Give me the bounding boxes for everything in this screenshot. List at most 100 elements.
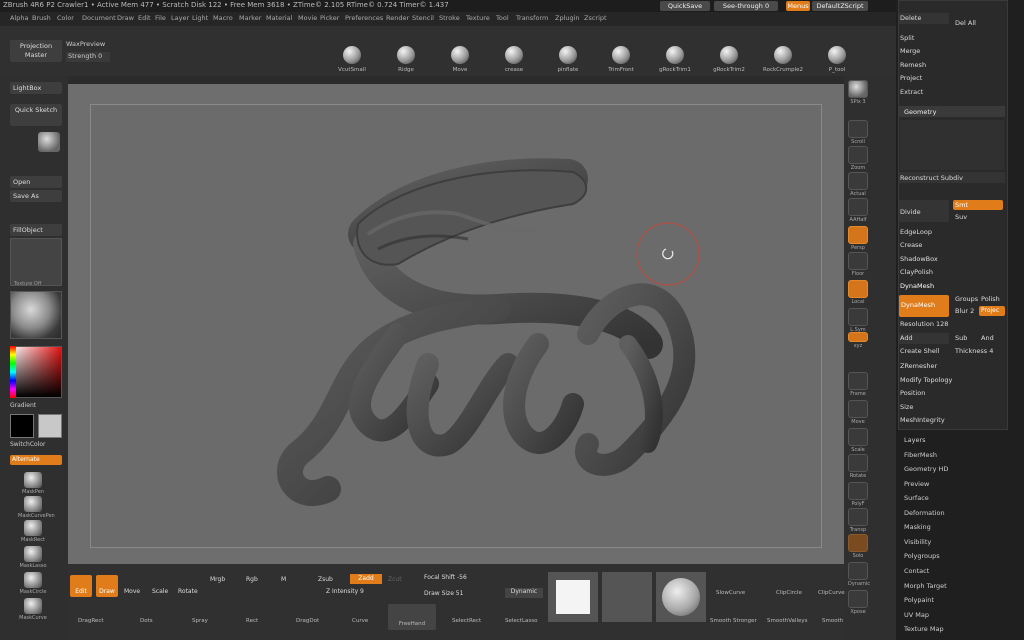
stroke-dots[interactable]: Dots [140,604,153,624]
move-mode-button[interactable]: Move [124,588,140,595]
resolution-slider[interactable]: Resolution 128 [900,320,948,328]
polypaint-submenu[interactable]: Polypaint [904,596,934,604]
menu-render[interactable]: Render [386,14,409,22]
quicksave-button[interactable]: QuickSave [660,1,710,11]
visibility-submenu[interactable]: Visibility [904,538,931,546]
default-zscript-button[interactable]: DefaultZScript [812,1,868,11]
material-slot[interactable] [656,572,706,622]
brush-ridge[interactable]: Ridge [379,46,433,73]
zadd-toggle[interactable]: Zadd [350,574,382,584]
brush-trimfront[interactable]: TrimFront [594,46,648,73]
lsym-toggle[interactable]: L.Sym [848,308,868,333]
and-button[interactable]: And [981,334,994,342]
secondary-color-swatch[interactable] [10,414,34,438]
merge-menu[interactable]: Merge [900,47,920,55]
stroke-dragrect[interactable]: DragRect [78,604,104,624]
scroll-tool[interactable]: Scroll [848,120,868,145]
quick-sketch-icon[interactable] [38,132,60,152]
alpha-slot[interactable] [548,572,598,622]
open-button[interactable]: Open [10,176,62,188]
blur-slider[interactable]: Blur 2 [955,307,974,315]
aahalf-tool[interactable]: AAHalf [848,198,868,223]
mask-rect-tool[interactable]: MaskRect [18,520,48,543]
stroke-selectlasso[interactable]: SelectLasso [505,604,538,624]
wax-preview-label[interactable]: WaxPreview [66,40,105,48]
polyf-toggle[interactable]: PolyF [848,482,868,507]
contact-submenu[interactable]: Contact [904,567,929,575]
brush-grocktrim1[interactable]: gRockTrim1 [648,46,702,73]
mask-lasso-tool[interactable]: MaskLasso [18,546,48,569]
rotate-tool[interactable]: Rotate [848,454,868,479]
menu-marker[interactable]: Marker [239,14,261,22]
z-intensity-slider[interactable]: Z Intensity 9 [326,588,364,595]
xyz-toggle[interactable]: xyz [848,332,868,349]
mask-curve-pen-tool[interactable]: MaskCurvePen [18,496,55,519]
brush-vcutsmall[interactable]: VcutSmall [325,46,379,73]
zcut-toggle[interactable]: Zcut [388,576,402,583]
lightbox-button[interactable]: LightBox [10,82,62,94]
brush-move[interactable]: Move [433,46,487,73]
rgb-toggle[interactable]: Rgb [246,576,258,583]
dynamesh-header[interactable]: DynaMesh [900,282,934,290]
fill-object-button[interactable]: FillObject [10,224,62,236]
m-toggle[interactable]: M [281,576,286,583]
brush-pinflate[interactable]: pinflate [541,46,595,73]
menu-picker[interactable]: Picker [320,14,339,22]
menu-zscript[interactable]: Zscript [584,14,607,22]
switch-color-button[interactable]: SwitchColor [10,441,46,448]
stroke-slot[interactable] [602,572,652,622]
draw-button[interactable]: Draw [96,575,118,597]
menu-alpha[interactable]: Alpha [10,14,28,22]
create-shell-button[interactable]: Create Shell [900,347,940,355]
sub-button[interactable]: Sub [955,334,967,342]
menu-zplugin[interactable]: Zplugin [555,14,580,22]
suv-toggle[interactable]: Suv [955,213,967,221]
reconstruct-subdiv-button[interactable]: Reconstruct Subdiv [900,174,963,182]
clipcurve-brush[interactable]: ClipCurve [818,590,845,596]
meshintegrity-menu[interactable]: MeshIntegrity [900,416,945,424]
uv-map-submenu[interactable]: UV Map [904,611,929,619]
brush-rockcrumple2[interactable]: RockCrumple2 [756,46,810,73]
quick-sketch-button[interactable]: Quick Sketch [10,104,62,126]
position-menu[interactable]: Position [900,389,925,397]
masking-submenu[interactable]: Masking [904,523,931,531]
extract-menu[interactable]: Extract [900,88,923,96]
brush-grocktrim2[interactable]: gRockTrim2 [702,46,756,73]
menu-preferences[interactable]: Preferences [345,14,383,22]
menu-stencil[interactable]: Stencil [412,14,434,22]
menus-button[interactable]: Menus [786,1,810,11]
strength-slider[interactable]: Strength 0 [66,52,110,62]
morph-target-submenu[interactable]: Morph Target [904,582,947,590]
primary-color-swatch[interactable] [38,414,62,438]
zremesher-menu[interactable]: ZRemesher [900,362,937,370]
edit-button[interactable]: Edit [70,575,92,597]
surface-submenu[interactable]: Surface [904,494,929,502]
menu-texture[interactable]: Texture [466,14,490,22]
smt-toggle[interactable]: Smt [953,200,1003,210]
mask-curve-tool[interactable]: MaskCurve [18,598,48,621]
stroke-selectrect[interactable]: SelectRect [452,604,481,624]
stroke-rect[interactable]: Rect [246,604,258,624]
slowcurve-brush[interactable]: SlowCurve [716,590,745,596]
smooth-stronger-brush[interactable]: Smooth Stronger [710,618,757,624]
menu-document[interactable]: Document [82,14,116,22]
menu-draw[interactable]: Draw [117,14,134,22]
polygroups-submenu[interactable]: Polygroups [904,552,940,560]
modify-topology-menu[interactable]: Modify Topology [900,376,952,384]
mask-pen-tool[interactable]: MaskPen [18,472,48,495]
size-menu[interactable]: Size [900,403,913,411]
scale-tool[interactable]: Scale [848,428,868,453]
menu-light[interactable]: Light [192,14,208,22]
stroke-dragdot[interactable]: DragDot [296,604,319,624]
stroke-curve[interactable]: Curve [352,604,368,624]
polish-toggle[interactable]: Polish [981,295,1000,303]
menu-file[interactable]: File [155,14,166,22]
spix-control[interactable]: SPix 3 [848,80,868,105]
solo-toggle[interactable]: Solo [848,534,868,559]
menu-layer[interactable]: Layer [171,14,189,22]
gradient-label[interactable]: Gradient [10,402,36,409]
smooth-brush[interactable]: Smooth [822,618,843,624]
brush-p-tool[interactable]: P_tool [810,46,864,73]
remesh-menu[interactable]: Remesh [900,61,926,69]
projection-master-button[interactable]: Projection Master [10,40,62,62]
